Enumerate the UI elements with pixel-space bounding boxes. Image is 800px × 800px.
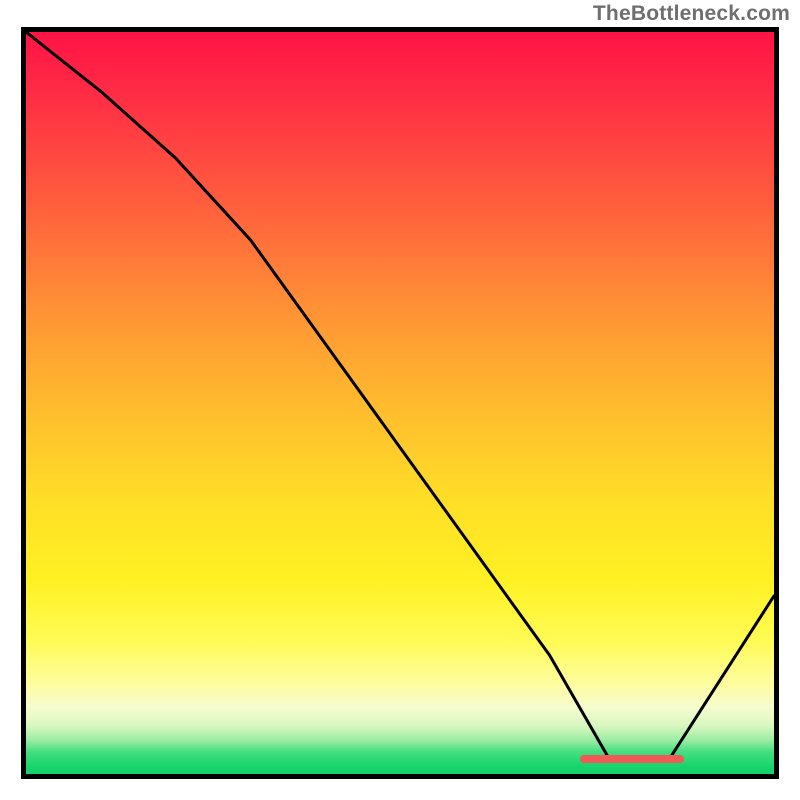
chart-plot-area <box>21 27 779 779</box>
watermark-text: TheBottleneck.com <box>593 2 790 26</box>
bottleneck-curve <box>26 32 774 774</box>
plateau-marker <box>580 755 685 763</box>
